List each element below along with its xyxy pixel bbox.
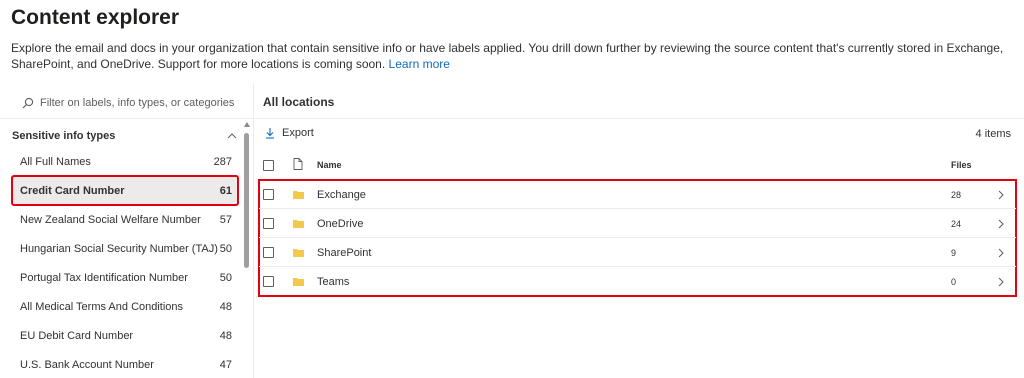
folder-icon — [293, 191, 304, 199]
list-item-count: 57 — [219, 213, 232, 226]
list-item[interactable]: Portugal Tax Identification Number 50 — [12, 263, 238, 292]
list-item[interactable]: All Full Names 287 — [12, 147, 238, 176]
learn-more-link[interactable]: Learn more — [389, 57, 450, 71]
folder-icon — [293, 220, 304, 228]
export-button[interactable]: Export — [264, 127, 314, 139]
divider — [255, 118, 1024, 119]
search-icon — [22, 97, 34, 109]
list-item[interactable]: EU Debit Card Number 48 — [12, 321, 238, 350]
list-item-selected[interactable]: Credit Card Number 61 — [11, 175, 239, 206]
list-item-count: 50 — [219, 242, 232, 255]
list-item-count: 47 — [219, 358, 232, 371]
table-row[interactable]: Exchange 28 — [259, 180, 1016, 209]
document-icon — [293, 158, 303, 170]
divider — [0, 118, 254, 119]
select-all-checkbox[interactable] — [263, 160, 274, 171]
list-item[interactable]: Hungarian Social Security Number (TAJ) 5… — [12, 234, 238, 263]
folder-icon — [293, 249, 304, 257]
sensitive-info-list: All Full Names 287 Credit Card Number 61… — [11, 147, 239, 378]
row-checkbox[interactable] — [263, 276, 274, 287]
chevron-right-icon[interactable] — [997, 219, 1005, 229]
filter-input[interactable]: Filter on labels, info types, or categor… — [12, 94, 237, 112]
list-item-count: 50 — [219, 271, 232, 284]
item-count: 4 items — [975, 128, 1011, 140]
row-name[interactable]: Exchange — [317, 189, 366, 201]
scroll-up-arrow-icon[interactable] — [244, 122, 250, 127]
download-icon — [266, 128, 274, 139]
list-item[interactable]: All Medical Terms And Conditions 48 — [12, 292, 238, 321]
table-header: Name Files — [255, 155, 1024, 177]
list-item-count: 287 — [213, 155, 232, 168]
row-checkbox[interactable] — [263, 218, 274, 229]
chevron-right-icon[interactable] — [997, 248, 1005, 258]
left-panel: Filter on labels, info types, or categor… — [0, 84, 254, 378]
table-row[interactable]: OneDrive 24 — [259, 209, 1016, 238]
row-name[interactable]: Teams — [317, 276, 349, 288]
export-label: Export — [282, 127, 314, 139]
chevron-right-icon[interactable] — [997, 190, 1005, 200]
section-title: Sensitive info types — [12, 130, 116, 142]
scrollbar-thumb[interactable] — [244, 133, 249, 268]
page-title: Content explorer — [11, 6, 180, 29]
chevron-right-icon[interactable] — [997, 277, 1005, 287]
description-text: Explore the email and docs in your organ… — [11, 41, 1004, 71]
column-header-files[interactable]: Files — [951, 160, 972, 170]
list-item-label: Hungarian Social Security Number (TAJ) — [20, 242, 218, 255]
list-item-label: EU Debit Card Number — [20, 329, 134, 342]
list-item-label: All Medical Terms And Conditions — [20, 300, 184, 313]
row-files: 9 — [951, 248, 957, 258]
section-header-sensitive-info-types[interactable]: Sensitive info types — [12, 128, 238, 144]
list-item-label: Portugal Tax Identification Number — [20, 271, 188, 284]
row-checkbox[interactable] — [263, 247, 274, 258]
row-files: 24 — [951, 219, 962, 229]
list-item-label: Credit Card Number — [20, 184, 125, 197]
list-item-count: 61 — [219, 184, 232, 197]
list-item-count: 48 — [219, 300, 232, 313]
panel-title: All locations — [263, 95, 335, 109]
filter-placeholder: Filter on labels, info types, or categor… — [40, 97, 235, 109]
main-panel: All locations Export 4 items Name Files … — [255, 84, 1024, 378]
table-row[interactable]: SharePoint 9 — [259, 238, 1016, 267]
page-description: Explore the email and docs in your organ… — [11, 40, 1011, 72]
list-item[interactable]: U.S. Bank Account Number 47 — [12, 350, 238, 378]
table-row[interactable]: Teams 0 — [259, 267, 1016, 296]
column-header-name[interactable]: Name — [317, 160, 342, 170]
scrollbar[interactable] — [243, 122, 251, 378]
row-checkbox[interactable] — [263, 189, 274, 200]
row-files: 0 — [951, 277, 957, 287]
list-item[interactable]: New Zealand Social Welfare Number 57 — [12, 205, 238, 234]
list-item-label: U.S. Bank Account Number — [20, 358, 154, 371]
list-item-label: All Full Names — [20, 155, 91, 168]
row-files: 28 — [951, 190, 962, 200]
list-item-count: 48 — [219, 329, 232, 342]
list-item-label: New Zealand Social Welfare Number — [20, 213, 201, 226]
row-name[interactable]: SharePoint — [317, 247, 371, 259]
folder-icon — [293, 278, 304, 286]
locations-list: Exchange 28 OneDrive 24 SharePoint 9 Tea… — [258, 179, 1017, 297]
row-name[interactable]: OneDrive — [317, 218, 363, 230]
chevron-up-icon[interactable] — [226, 130, 238, 142]
